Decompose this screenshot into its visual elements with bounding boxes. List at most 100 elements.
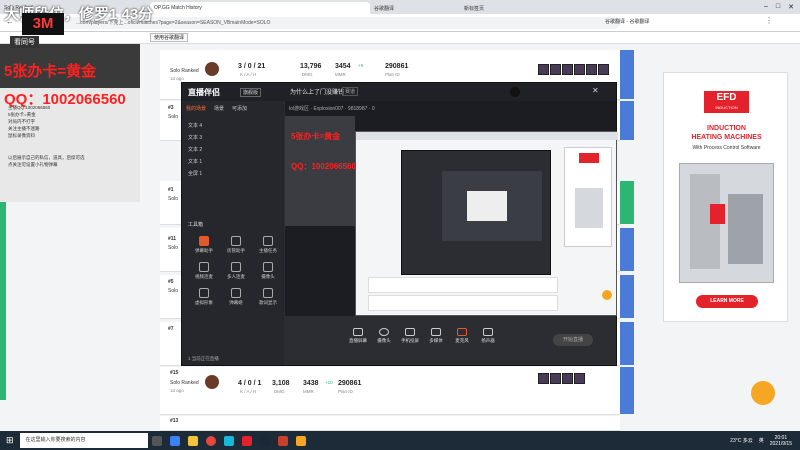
damage: 13,796 [300, 63, 322, 70]
browser-tab[interactable]: 谷歌翻译 [370, 2, 460, 14]
stream-logo: 3M [22, 13, 64, 35]
item-slot [598, 64, 609, 75]
window-controls: – □ ✕ [764, 3, 800, 11]
steam-icon[interactable] [259, 435, 270, 446]
match-number: #3 [168, 105, 174, 111]
tool-video-link[interactable]: 视频连麦 [188, 262, 220, 280]
champion-avatar [205, 375, 219, 389]
scene-item[interactable]: 全屏 1 [188, 168, 278, 180]
plan-label: Plan ID [338, 389, 353, 394]
tool-danmu-ji[interactable]: 弹幕姬 [220, 288, 252, 306]
translate-button[interactable]: 使用谷歌翻译 [150, 33, 189, 42]
browser-tab[interactable]: 新标签页 [460, 2, 520, 14]
item-slot [538, 64, 549, 75]
scene-item[interactable]: 文本 2 [188, 144, 278, 156]
avatar[interactable] [510, 87, 520, 97]
tool-camera[interactable]: 摄像头 [252, 262, 284, 280]
champion-avatar [205, 62, 219, 76]
close-icon[interactable]: ✕ [788, 3, 794, 11]
item-slot [550, 64, 561, 75]
match-number: #5 [168, 279, 174, 285]
scene-panel: 我的场景 场景 可添加 文本 4 文本 3 文本 2 文本 1 全屏 1 工具箱… [182, 101, 284, 365]
browser-tab-active[interactable]: OP.GG Match History [150, 2, 370, 14]
plan-id[interactable]: 290861 [385, 63, 408, 70]
match-number: #11 [168, 236, 177, 242]
app-icon[interactable] [295, 435, 306, 446]
result-strip [620, 367, 634, 414]
result-strip [620, 181, 634, 224]
follow-badge: 看同号 [10, 36, 39, 48]
tool-tasks[interactable]: 主播任务 [252, 236, 284, 254]
scene-item[interactable]: 文本 4 [188, 120, 278, 132]
maximize-icon[interactable]: □ [776, 3, 780, 11]
scene-item[interactable]: 文本 1 [188, 156, 278, 168]
tool-screen[interactable]: 直播屏幕 [345, 328, 371, 344]
damage: 3,108 [272, 380, 290, 387]
tool-room-admin[interactable]: 房管助手 [220, 236, 252, 254]
bookmarks-bar: 使用谷歌翻译 [0, 32, 800, 44]
tool-phone[interactable]: 手机投屏 [397, 328, 423, 344]
tool-danmu[interactable]: 弹幕助手 [188, 236, 220, 254]
stream-title[interactable]: 为什么上了门没赚钱 [290, 87, 344, 96]
result-strip [620, 322, 634, 365]
tool-speaker[interactable]: 扬声器 [475, 328, 501, 344]
task-view-icon[interactable] [151, 435, 162, 446]
learn-more-button[interactable]: LEARN MORE [696, 295, 758, 308]
app-name: 直播伴侣 [188, 88, 220, 97]
taskbar-search-input[interactable]: 在这里输入你要搜索的内容 [19, 433, 148, 448]
ad-banner[interactable]: EFD INDUCTION INDUCTION HEATING MACHINES… [663, 72, 788, 322]
app-icon[interactable] [223, 435, 234, 446]
stream-tag[interactable]: 赛道 [342, 87, 359, 96]
mmr: 3438 [303, 380, 319, 387]
tool-row: 直播屏幕 摄像头 手机投屏 多媒体 麦克风 扬声器 [345, 328, 501, 344]
kda-label: K / A / H [240, 72, 257, 77]
overlay-red-line-2: QQ：1002066560 [4, 91, 126, 108]
item-slot [538, 373, 549, 384]
mmr-delta: +5 [358, 63, 364, 68]
minimize-icon[interactable]: – [764, 3, 768, 11]
queue-label: Solo [168, 196, 179, 202]
item-slot [562, 64, 573, 75]
google-tab-title[interactable]: 谷歌翻译 - 谷歌翻译 [605, 16, 695, 28]
tool-lyrics[interactable]: 歌词显示 [252, 288, 284, 306]
windows-start-icon[interactable]: ⊞ [6, 435, 14, 446]
match-row[interactable]: #13 [160, 416, 620, 431]
tool-mic[interactable]: 麦克风 [449, 328, 475, 344]
match-number: #13 [170, 418, 179, 424]
menu-icon[interactable]: ⋮ [765, 16, 773, 25]
close-icon[interactable]: ✕ [592, 86, 599, 95]
scene-tab[interactable]: 可添加 [232, 105, 247, 112]
match-row[interactable]: #15 Solo Ranked 1d ago 4 / 0 / 1 K / A /… [160, 367, 634, 415]
time-ago: 1d ago [170, 76, 184, 81]
chrome-icon[interactable] [205, 435, 216, 446]
queue-label: Solo [168, 114, 179, 120]
result-strip [620, 101, 634, 140]
scene-item[interactable]: 文本 3 [188, 132, 278, 144]
ad-headline-2: HEATING MACHINES [691, 134, 762, 141]
edge-icon[interactable] [169, 435, 180, 446]
clock[interactable]: 20:01 2021/9/15 [770, 435, 792, 447]
app-icon[interactable] [277, 435, 288, 446]
result-strip [620, 50, 634, 99]
match-number: #15 [170, 370, 179, 376]
scene-tab[interactable]: 我的场景 [186, 105, 206, 112]
start-live-button[interactable]: 开始直播 [553, 334, 593, 346]
scene-tab[interactable]: 场景 [214, 105, 224, 112]
weather[interactable]: 23°C 多云 [730, 437, 753, 444]
tool-avatar[interactable]: 虚拟形象 [188, 288, 220, 306]
tool-multi-link[interactable]: 多人连麦 [220, 262, 252, 280]
file-explorer-icon[interactable] [187, 435, 198, 446]
tool-media[interactable]: 多媒体 [423, 328, 449, 344]
app-icon[interactable] [241, 435, 252, 446]
language-indicator[interactable]: 英 [759, 437, 764, 444]
chat-bubble-icon[interactable] [751, 381, 775, 405]
item-slot [586, 64, 597, 75]
overlay-red-line-1: 5张办卡=黄金 [4, 63, 97, 80]
mmr: 3454 [335, 63, 351, 70]
left-notes-2: 以后展示自己的私信，道具，后续可选 点关注可设置小礼物弹幕 [8, 155, 85, 167]
item-slot [550, 373, 561, 384]
time-ago: 1d ago [170, 388, 184, 393]
preview-red-line-2: QQ：1002066560 [291, 162, 356, 171]
plan-id[interactable]: 290861 [338, 380, 361, 387]
tool-camera-bottom[interactable]: 摄像头 [371, 328, 397, 344]
